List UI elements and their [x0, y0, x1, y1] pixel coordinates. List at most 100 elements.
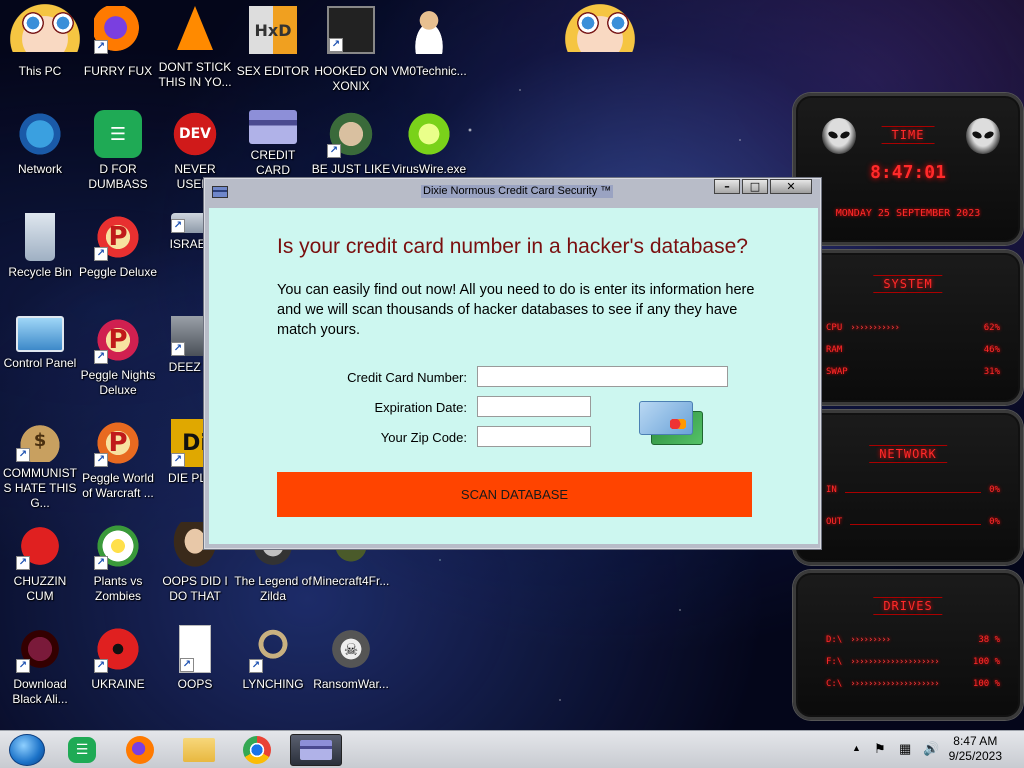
flower-icon: ↗ — [94, 522, 142, 570]
dude-icon: ↗ — [327, 110, 375, 158]
cpu-value: 62% — [983, 323, 1000, 333]
swap-bar — [856, 367, 976, 377]
desktop-icon-lynching[interactable]: ↗ LYNCHING — [233, 619, 313, 717]
desktop-icon-network[interactable]: Network — [0, 104, 80, 202]
system-row-swap: SWAP 31% — [826, 367, 1000, 377]
desktop-icon-oops[interactable]: ↗ OOPS — [155, 619, 235, 717]
app-icon — [212, 186, 228, 198]
lime-icon — [405, 110, 453, 158]
network-in-value: 0% — [989, 485, 1000, 495]
drive-c-label: C:\ — [826, 679, 843, 689]
control-panel-icon — [16, 316, 64, 352]
desktop-icon-communists[interactable]: $ ↗ COMMUNISTS HATE THIS G... — [0, 413, 80, 511]
cpu-label: CPU — [826, 323, 843, 333]
taskbar: ☰ ▲ ⚑ ▦ 🔊 8:47 AM 9/25/2023 — [0, 730, 1024, 768]
desktop-icon-control-panel[interactable]: Control Panel — [0, 310, 80, 408]
peggle-icon: P ↗ — [94, 419, 142, 467]
shortcut-arrow-icon: ↗ — [94, 350, 108, 364]
show-hidden-icons-chevron-icon[interactable]: ▲ — [852, 743, 861, 768]
network-tray-icon[interactable]: ▦ — [899, 741, 911, 768]
expiration-date-input[interactable] — [477, 396, 591, 417]
peggle-icon: P ↗ — [94, 316, 142, 364]
zip-code-input[interactable] — [477, 426, 591, 447]
desktop-icon-recycle-bin[interactable]: Recycle Bin — [0, 207, 80, 305]
flag-icon[interactable]: ⚑ — [874, 741, 886, 768]
alien-head-icon — [822, 118, 856, 154]
ram-value: 46% — [983, 345, 1000, 355]
shortcut-arrow-icon: ↗ — [249, 659, 263, 673]
shortcut-arrow-icon: ↗ — [171, 453, 185, 467]
drive-f-label: F:\ — [826, 657, 843, 667]
desktop-icon-d-for-dumbass[interactable]: ☰ D FOR DUMBASS — [78, 104, 158, 202]
taskbar-file-explorer[interactable] — [177, 734, 221, 766]
taskbar-credit-card-checker[interactable] — [290, 734, 342, 766]
vlc-cone-icon — [177, 6, 213, 50]
window-content: Is your credit card number in a hacker's… — [209, 208, 818, 544]
taskbar-notes-app[interactable]: ☰ — [60, 734, 104, 766]
drive-c-value: 100 % — [972, 679, 1000, 689]
shortcut-arrow-icon: ↗ — [327, 144, 341, 158]
card-number-input[interactable] — [477, 366, 728, 387]
scan-database-button[interactable]: SCAN DATABASE — [277, 472, 752, 517]
folder-icon — [183, 738, 215, 762]
network-out-value: 0% — [989, 517, 1000, 527]
desktop-icon-chuzzin[interactable]: ↗ CHUZZIN CUM — [0, 516, 80, 614]
desktop-icon-furry-fux[interactable]: ↗ FURRY FUX — [78, 0, 158, 98]
network-in-graph — [844, 485, 982, 493]
ram-label: RAM — [826, 345, 843, 355]
drive-d-bar: ››››››››› — [850, 635, 891, 645]
system-widget-title: SYSTEM — [873, 275, 943, 293]
green-notes-icon: ☰ — [68, 737, 96, 763]
chrome-icon — [243, 736, 271, 764]
green-notes-icon: ☰ — [94, 110, 142, 158]
cpu-bar: ››››››››››› — [850, 323, 900, 333]
credit-card-security-window: Dixie Normous Credit Card Security ™ – □… — [203, 177, 822, 550]
taskbar-chrome[interactable] — [235, 734, 279, 766]
desktop-icon-plants-vs-zombies[interactable]: ↗ Plants vs Zombies — [78, 516, 158, 614]
window-title: Dixie Normous Credit Card Security ™ — [421, 185, 614, 198]
desktop-icon-sex-editor[interactable]: HxD SEX EDITOR — [233, 0, 313, 98]
drive-f-bar: ›››››››››››››››››››› — [850, 657, 939, 667]
taskbar-clock[interactable]: 8:47 AM 9/25/2023 — [949, 734, 1002, 764]
page-heading: Is your credit card number in a hacker's… — [277, 235, 748, 258]
desktop-icon-download-black[interactable]: ↗ Download Black Ali... — [0, 619, 80, 717]
drives-widget: DRIVES D:\ ››››››››› 38 % F:\ ››››››››››… — [793, 570, 1023, 720]
desktop-icon-hooked-on-xonix[interactable]: ↗ HOOKED ON XONIX — [311, 0, 391, 98]
this-pc-icon — [16, 6, 64, 54]
shortcut-arrow-icon: ↗ — [94, 453, 108, 467]
network-row-in: IN 0% — [826, 485, 1000, 495]
doctor-icon — [405, 6, 453, 54]
peggle-icon: P ↗ — [94, 213, 142, 261]
clock-time: 8:47 AM — [953, 734, 998, 748]
desktop-icon-vm0technic[interactable]: VM0Technic... — [389, 0, 469, 98]
desktop-icon-dont-stick[interactable]: DONT STICK THIS IN YO... — [155, 0, 235, 98]
desktop-icon-peggle-wow[interactable]: P ↗ Peggle World of Warcraft ... — [78, 413, 158, 511]
xonix-icon: ↗ — [327, 6, 375, 54]
network-widget: NETWORK IN 0% OUT 0% — [793, 410, 1023, 565]
desktop-icon-ukraine[interactable]: ↗ UKRAINE — [78, 619, 158, 717]
window-titlebar[interactable]: Dixie Normous Credit Card Security ™ – □… — [204, 178, 821, 206]
ram-bar — [850, 345, 975, 355]
anime-face-decoration-right — [555, 0, 645, 52]
close-button[interactable]: ✕ — [770, 179, 812, 194]
shortcut-arrow-icon: ↗ — [16, 556, 30, 570]
alien-head-icon — [966, 118, 1000, 154]
system-widget: SYSTEM CPU ››››››››››› 62% RAM 46% SWAP … — [793, 250, 1023, 405]
shortcut-arrow-icon: ↗ — [16, 659, 30, 673]
skull-icon: ☠ — [327, 625, 375, 673]
drives-widget-title: DRIVES — [873, 597, 943, 615]
shortcut-arrow-icon: ↗ — [171, 342, 185, 356]
taskbar-firefox[interactable] — [118, 734, 162, 766]
credit-cards-icon — [639, 401, 707, 453]
swap-value: 31% — [983, 367, 1000, 377]
desktop-icon-peggle-deluxe[interactable]: P ↗ Peggle Deluxe — [78, 207, 158, 305]
volume-icon[interactable]: 🔊 — [923, 741, 939, 768]
minimize-button[interactable]: – — [714, 179, 740, 194]
maximize-button[interactable]: □ — [742, 179, 768, 194]
alien-red-icon: ↗ — [16, 625, 64, 673]
desktop-icon-this-pc[interactable]: This PC — [0, 0, 80, 98]
desktop-icon-ransomware[interactable]: ☠ RansomWar... — [311, 619, 391, 717]
desktop-icon-peggle-nights[interactable]: P ↗ Peggle Nights Deluxe — [78, 310, 158, 408]
start-orb-icon[interactable] — [9, 734, 45, 766]
zip-code-label: Your Zip Code: — [380, 430, 467, 445]
